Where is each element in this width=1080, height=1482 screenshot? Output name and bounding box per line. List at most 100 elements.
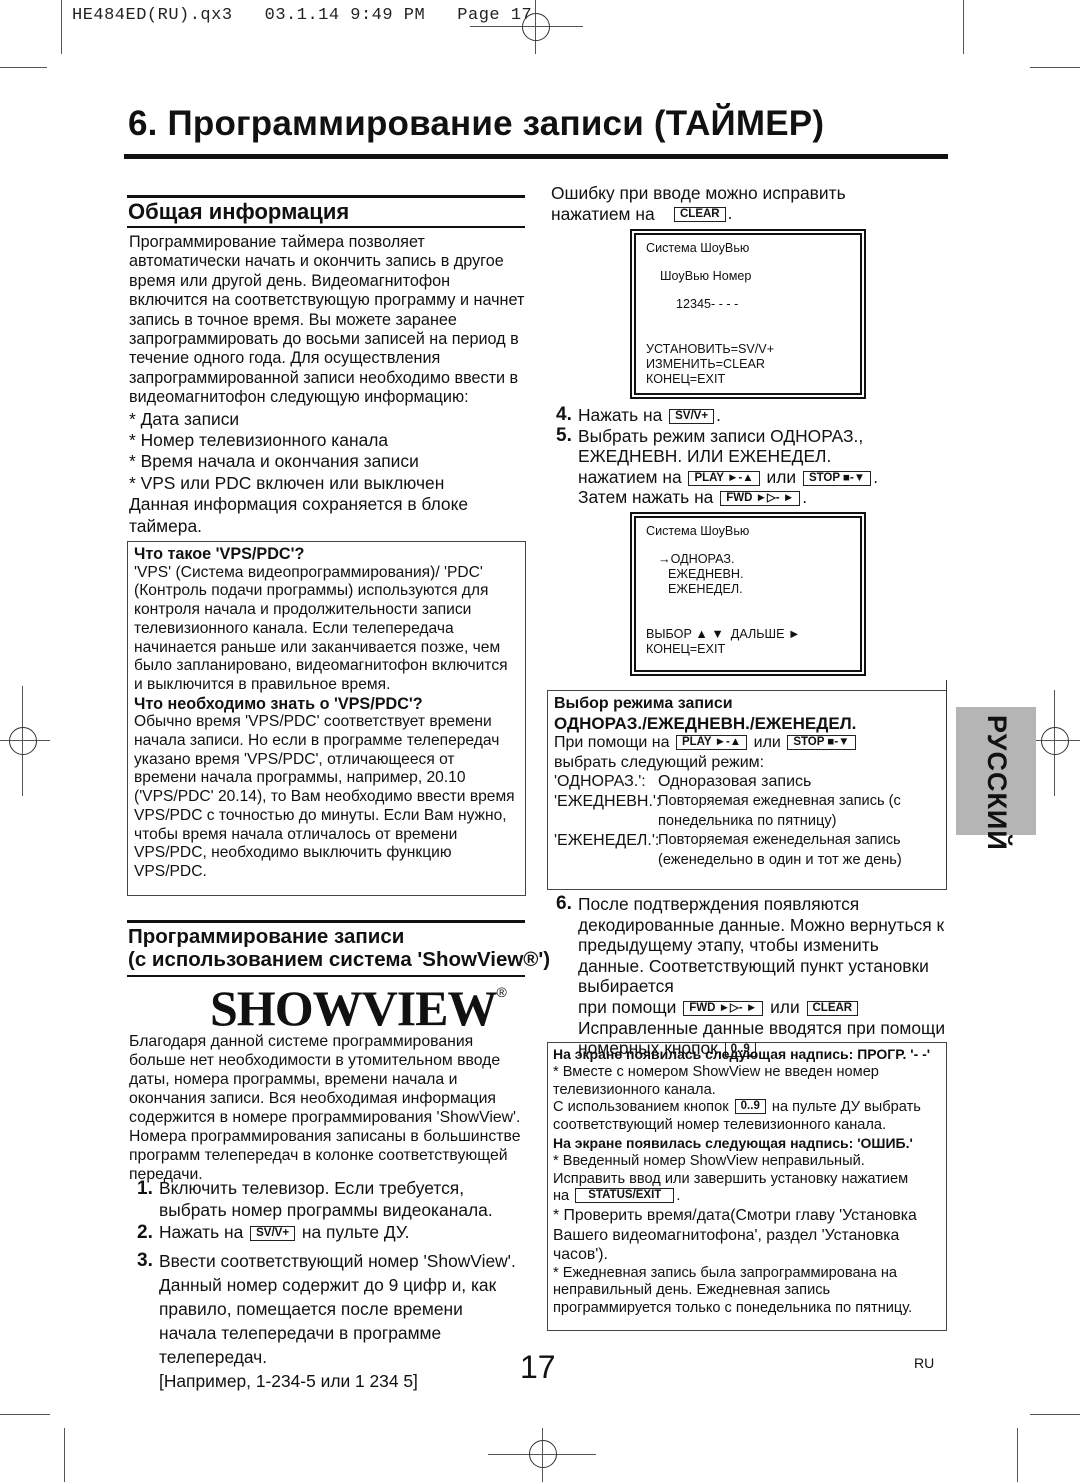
step-6-body: 6. После подтверждения появляются декоди…	[556, 893, 946, 1059]
fwd-button[interactable]: FWD ►▷- ►	[683, 1000, 764, 1016]
step-text: нажатием на	[578, 466, 682, 487]
error-text: * Проверить время/дата(Смотри главу 'Уст…	[553, 1207, 917, 1264]
showview-paragraph: Благодаря данной системе программировани…	[129, 1033, 521, 1183]
mode-description: Повторяемая еженедельная запись (еженеде…	[658, 832, 902, 868]
required-info-list: * Дата записи * Номер телевизионного кан…	[129, 409, 527, 537]
section-rule	[127, 920, 525, 923]
clear-button[interactable]: CLEAR	[674, 207, 726, 222]
vps-question-1: Что такое 'VPS/PDC'?	[134, 545, 305, 563]
error-text: * Ежедневная запись была запрограммирова…	[553, 1264, 913, 1317]
error-text: Исправить ввод или завершить установку н…	[553, 1170, 909, 1187]
step-text: или	[766, 466, 797, 487]
step-6: 6. После подтверждения появляются декоди…	[556, 893, 946, 1059]
error-messages-box: На экране появилась следующая надпись: П…	[547, 1042, 947, 1331]
text: на	[553, 1188, 570, 1205]
step-text: Затем нажать на	[578, 487, 714, 508]
list-item: * Дата записи	[129, 408, 240, 429]
error-heading: На экране появилась следующая надпись: П…	[553, 1046, 931, 1062]
showview-number-screen: Система ШоуВью ШоуВью Номер 12345- - - -…	[630, 229, 866, 399]
step-text: Нажать на	[578, 405, 663, 425]
stop-button[interactable]: STOP ■-▼	[787, 735, 856, 751]
mode-box-heading: ОДНОРАЗ./ЕЖЕДНЕВН./ЕЖЕНЕДЕЛ.	[554, 713, 857, 733]
section-rule	[127, 226, 525, 228]
step-number: 2.	[137, 1222, 153, 1244]
vps-answer-2: Обычно время 'VPS/PDC' соответствует вре…	[134, 713, 515, 880]
error-text: на STATUS/EXIT.	[553, 1188, 681, 1205]
play-button[interactable]: PLAY ►-▲	[688, 470, 760, 486]
vps-pdc-info-box: Что такое 'VPS/PDC'? 'VPS' (Система виде…	[127, 541, 526, 896]
step-text: на пульте ДУ.	[301, 1222, 410, 1243]
general-info-heading: Общая информация	[128, 199, 350, 224]
section-rule	[127, 975, 525, 977]
fwd-button[interactable]: FWD ►▷- ►	[720, 491, 801, 507]
title-rule	[124, 154, 948, 159]
clear-button[interactable]: CLEAR	[806, 1000, 859, 1016]
list-item: * Номер телевизионного канала	[129, 430, 389, 451]
mode-box-instruction: При помощи на PLAY ►-▲ или STOP ■-▼	[554, 733, 940, 753]
file-slug: HE484ED(RU).qx3 03.1.14 9:49 PM Page 17	[72, 6, 533, 25]
general-info-section: Программирование таймера позволяет автом…	[129, 233, 527, 537]
mode-box-instruction: выбрать следующий режим:	[554, 753, 765, 771]
step-text: нажатием на PLAY ►-▲ или STOP ■-▼.	[578, 466, 879, 487]
mode-box-heading: Выбор режима записи	[554, 695, 733, 712]
step-example: [Например, 1-234-5 или 1 234 5]	[159, 1370, 418, 1391]
step-2: 2. Нажать на SV/V+ на пульте ДУ.	[137, 1222, 517, 1244]
stop-button[interactable]: STOP ■-▼	[802, 470, 872, 486]
mode-description: Одноразовая запись	[658, 773, 812, 791]
list-item: * VPS или PDC включен или выключен	[129, 472, 445, 493]
crop-mark	[1017, 1428, 1018, 1482]
step-number: 6.	[556, 893, 572, 914]
step-number: 3.	[137, 1249, 153, 1271]
step-text: или	[770, 996, 800, 1017]
mode-row: 'ЕЖЕНЕДЕЛ.': Повторяемая еженедельная зап…	[554, 831, 940, 870]
step-1: 1. Включить телевизор. Если требуется, вы…	[137, 1178, 517, 1221]
mode-option: ЕЖЕДНЕВН.	[668, 567, 744, 581]
step-text: Выбрать режим записи ОДНОРАЗ.,	[578, 425, 864, 446]
language-code: RU	[914, 1355, 935, 1371]
screen-label: ШоуВью Номер	[660, 269, 752, 283]
step-number: 5.	[556, 424, 572, 446]
step-text: при помощи FWD ►▷- ► или CLEAR	[578, 997, 946, 1018]
mode-option-selected: →ОДНОРАЗ.	[658, 552, 735, 566]
steps-left: 1. Включить телевизор. Если требуется, вы…	[137, 1178, 517, 1393]
registration-mark-circle	[522, 13, 550, 41]
step-4: 4. Нажать на SV/V+.	[556, 404, 721, 425]
registration-mark-circle	[529, 1440, 557, 1468]
mode-key: 'ОДНОРАЗ.':	[554, 773, 646, 791]
crop-mark	[963, 0, 964, 54]
sv-v-plus-button[interactable]: SV/V+	[669, 409, 715, 424]
record-mode-screen: Система ШоуВью →ОДНОРАЗ. ЕЖЕДНЕВН. ЕЖЕНЕ…	[630, 512, 866, 676]
showview-logo-text: ShowView	[210, 980, 498, 1036]
showview-number-value: 12345- - - -	[676, 297, 739, 311]
registration-mark-circle	[9, 727, 37, 755]
step-text: Включить телевизор. Если требуется, выбр…	[159, 1178, 493, 1220]
page-title: 6. Программирование записи (ТАЙМЕР)	[128, 104, 825, 143]
step-text: Нажать на	[159, 1222, 244, 1243]
play-button[interactable]: PLAY ►-▲	[675, 735, 748, 751]
mode-row: 'ОДНОРАЗ.': Одноразовая запись	[554, 772, 940, 792]
column-divider	[946, 680, 947, 880]
registration-mark-circle	[1041, 727, 1069, 755]
screen-hint: КОНЕЦ=EXIT	[646, 642, 726, 656]
status-exit-button[interactable]: STATUS/EXIT	[575, 1188, 675, 1204]
registered-mark: ®	[496, 984, 507, 1000]
crop-mark	[64, 1428, 65, 1482]
vps-question-2: Что необходимо знать о 'VPS/PDC'?	[134, 694, 423, 713]
crop-mark	[0, 1414, 50, 1415]
screen-hint: УСТАНОВИТЬ=SV/V+	[646, 342, 775, 356]
screen-title: Система ШоуВью	[646, 524, 750, 538]
sv-v-plus-button[interactable]: SV/V+	[250, 1226, 296, 1242]
mode-key: 'ЕЖЕДНЕВН.':	[554, 792, 661, 810]
mode-key: 'ЕЖЕНЕДЕЛ.':	[554, 832, 660, 850]
step-5: 5. Выбрать режим записи ОДНОРАЗ., ЕЖЕДНЕ…	[556, 424, 936, 508]
crop-mark	[1030, 1414, 1080, 1415]
mode-option: ЕЖЕНЕДЕЛ.	[668, 582, 743, 596]
language-tab: РУССКИЙ	[956, 707, 1036, 851]
digit-buttons[interactable]: 0..9	[734, 1099, 766, 1115]
language-tab-label: РУССКИЙ	[982, 715, 1012, 851]
text: или	[753, 734, 781, 752]
page-number: 17	[520, 1349, 556, 1385]
general-info-closing: Данная информация сохраняется в блоке та…	[129, 494, 469, 536]
text: При помощи на	[554, 734, 670, 752]
crop-mark	[61, 0, 62, 54]
